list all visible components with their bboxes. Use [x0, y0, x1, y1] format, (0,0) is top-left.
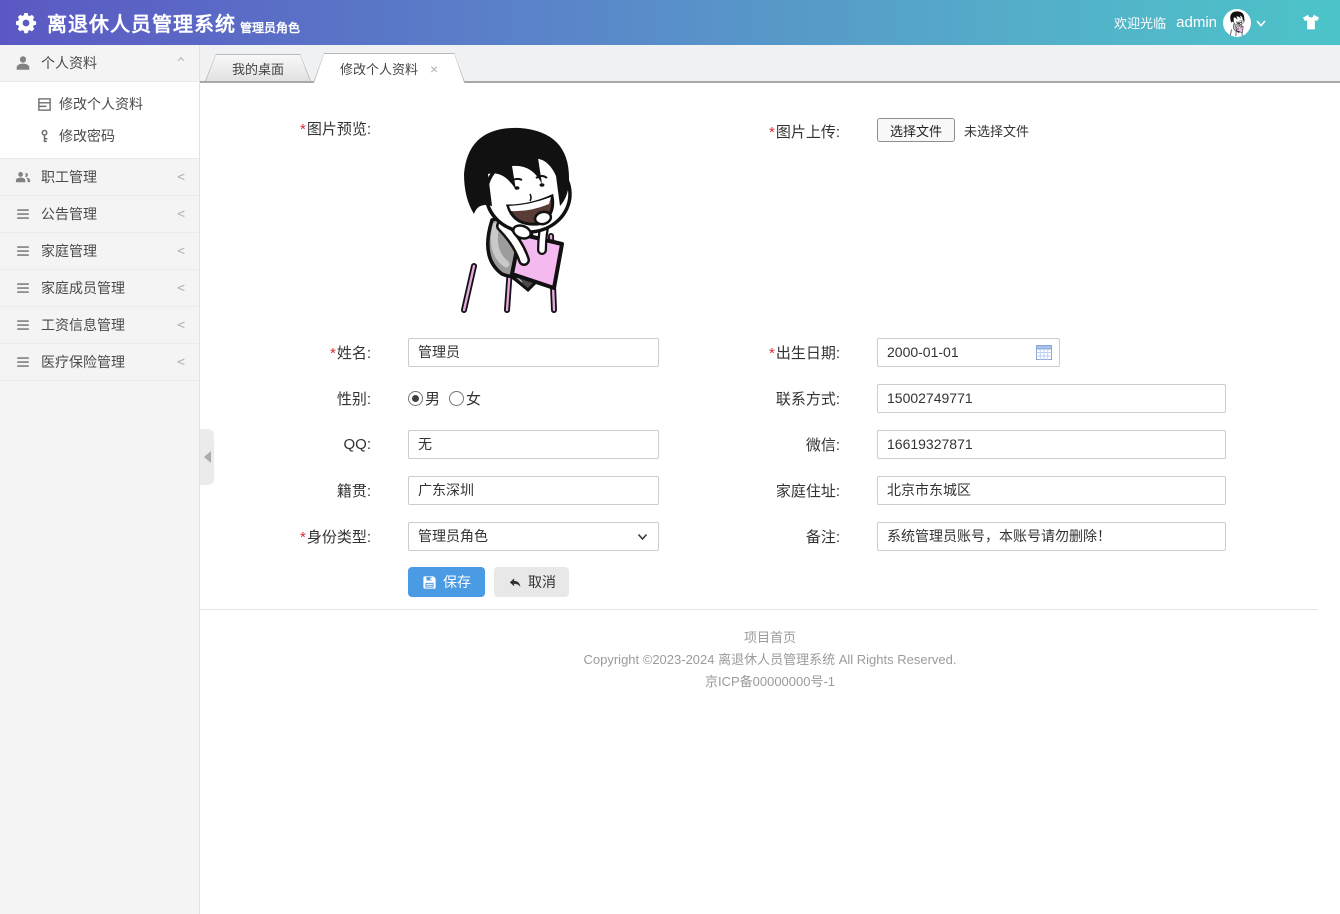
sidebar-item-label: 工资信息管理 — [41, 315, 125, 335]
role-subtitle: 管理员角色 — [240, 19, 300, 36]
sidebar-menu: 个人资料^修改个人资料修改密码职工管理<公告管理<家庭管理<家庭成员管理<工资信… — [0, 45, 199, 381]
main-area: 我的桌面 修改个人资料 × *图片预览: *图片上传: 选择文件 未选择文件 — [200, 45, 1340, 914]
chevron-up-icon: ^ — [177, 56, 185, 71]
list-icon — [15, 206, 31, 222]
sidebar-subitem-change-password[interactable]: 修改密码 — [0, 120, 199, 152]
chevron-down-icon[interactable] — [1254, 16, 1268, 30]
cancel-button[interactable]: 取消 — [494, 567, 569, 597]
file-status-text: 未选择文件 — [964, 121, 1029, 140]
birth-label: *出生日期: — [659, 342, 877, 363]
list-icon — [15, 354, 31, 370]
profile-form: *图片预览: *图片上传: 选择文件 未选择文件 *姓名: — [200, 83, 1340, 605]
save-button[interactable]: 保存 — [408, 567, 485, 597]
gender-label: 性别: — [200, 388, 408, 409]
form-buttons: 保存 取消 — [408, 567, 659, 597]
hometown-label: 籍贯: — [200, 480, 408, 501]
calendar-icon[interactable] — [1036, 345, 1052, 360]
collapse-arrow-icon — [204, 451, 211, 463]
qq-input[interactable] — [408, 430, 659, 459]
tab-label: 我的桌面 — [232, 59, 284, 78]
form-icon — [37, 97, 52, 112]
username-text: admin — [1176, 14, 1217, 31]
list-icon — [15, 243, 31, 259]
sidebar: 个人资料^修改个人资料修改密码职工管理<公告管理<家庭管理<家庭成员管理<工资信… — [0, 45, 200, 914]
copyright-text: Copyright ©2023-2024 离退休人员管理系统 All Right… — [200, 649, 1340, 671]
chevron-left-icon: < — [177, 207, 185, 222]
key-icon — [37, 129, 52, 144]
sidebar-collapse-handle[interactable] — [200, 429, 214, 485]
user-icon — [15, 55, 31, 71]
chevron-left-icon: < — [177, 244, 185, 259]
birth-date-input[interactable]: 2000-01-01 — [877, 338, 1060, 367]
user-avatar[interactable] — [1223, 9, 1251, 37]
list-icon — [15, 317, 31, 333]
phone-input[interactable] — [877, 384, 1226, 413]
sidebar-subitem-label: 修改密码 — [59, 126, 115, 146]
sidebar-subitem-edit-profile[interactable]: 修改个人资料 — [0, 88, 199, 120]
gender-radio-group: 男 女 — [408, 388, 659, 409]
chevron-left-icon: < — [177, 170, 185, 185]
preview-image-cell — [408, 118, 659, 313]
theme-tshirt-icon[interactable] — [1300, 12, 1322, 34]
gender-radio-male[interactable] — [408, 391, 423, 406]
remark-label: 备注: — [659, 526, 877, 547]
name-input[interactable] — [408, 338, 659, 367]
chevron-left-icon: < — [177, 318, 185, 333]
sidebar-item-notice[interactable]: 公告管理 < — [0, 196, 199, 233]
tab-close-icon[interactable]: × — [430, 62, 438, 76]
save-icon — [422, 575, 437, 590]
home-link[interactable]: 项目首页 — [744, 630, 796, 645]
wechat-label: 微信: — [659, 434, 877, 455]
users-icon — [15, 169, 31, 185]
sidebar-item-label: 公告管理 — [41, 204, 97, 224]
sidebar-item-medical[interactable]: 医疗保险管理 < — [0, 344, 199, 381]
sidebar-item-label: 家庭成员管理 — [41, 278, 125, 298]
chevron-left-icon: < — [177, 281, 185, 296]
name-label: *姓名: — [200, 342, 408, 363]
gender-radio-female[interactable] — [449, 391, 464, 406]
sidebar-item-staff[interactable]: 职工管理 < — [0, 159, 199, 196]
sidebar-item-family-member[interactable]: 家庭成员管理 < — [0, 270, 199, 307]
identity-select[interactable]: 管理员角色 — [408, 522, 659, 551]
page-footer: 项目首页 Copyright ©2023-2024 离退休人员管理系统 All … — [200, 610, 1340, 693]
sidebar-item-label: 职工管理 — [41, 167, 97, 187]
remark-input[interactable] — [877, 522, 1226, 551]
phone-label: 联系方式: — [659, 388, 877, 409]
app-title: 离退休人员管理系统 — [47, 8, 236, 37]
choose-file-button[interactable]: 选择文件 — [877, 118, 955, 142]
upload-label: *图片上传: — [659, 118, 877, 142]
sidebar-item-label: 个人资料 — [41, 53, 97, 73]
sidebar-subitem-label: 修改个人资料 — [59, 94, 143, 114]
sidebar-item-label: 家庭管理 — [41, 241, 97, 261]
tab-edit-profile[interactable]: 修改个人资料 × — [313, 53, 465, 83]
sidebar-item-family[interactable]: 家庭管理 < — [0, 233, 199, 270]
select-chevron-icon — [637, 531, 648, 542]
content-area: *图片预览: *图片上传: 选择文件 未选择文件 *姓名: — [200, 83, 1340, 914]
address-label: 家庭住址: — [659, 480, 877, 501]
app-header: 离退休人员管理系统 管理员角色 欢迎光临 admin — [0, 0, 1340, 45]
hometown-input[interactable] — [408, 476, 659, 505]
icp-text: 京ICP备00000000号-1 — [200, 671, 1340, 693]
tab-bar: 我的桌面 修改个人资料 × — [200, 45, 1340, 83]
preview-image — [450, 118, 580, 313]
file-input: 选择文件 未选择文件 — [877, 118, 1340, 142]
chevron-left-icon: < — [177, 355, 185, 370]
sidebar-submenu: 修改个人资料修改密码 — [0, 82, 199, 159]
welcome-text: 欢迎光临 — [1114, 13, 1166, 32]
identity-label: *身份类型: — [200, 526, 408, 547]
gender-female-label: 女 — [466, 388, 481, 409]
sidebar-item-salary[interactable]: 工资信息管理 < — [0, 307, 199, 344]
wechat-input[interactable] — [877, 430, 1226, 459]
tab-desktop[interactable]: 我的桌面 — [205, 54, 311, 81]
tab-label: 修改个人资料 — [340, 59, 418, 78]
address-input[interactable] — [877, 476, 1226, 505]
qq-label: QQ: — [200, 436, 408, 453]
sidebar-item-profile[interactable]: 个人资料 ^ — [0, 45, 199, 82]
sidebar-item-label: 医疗保险管理 — [41, 352, 125, 372]
list-icon — [15, 280, 31, 296]
preview-label: *图片预览: — [200, 118, 408, 139]
undo-icon — [507, 575, 522, 590]
gear-icon — [14, 11, 38, 35]
gender-male-label: 男 — [425, 388, 440, 409]
